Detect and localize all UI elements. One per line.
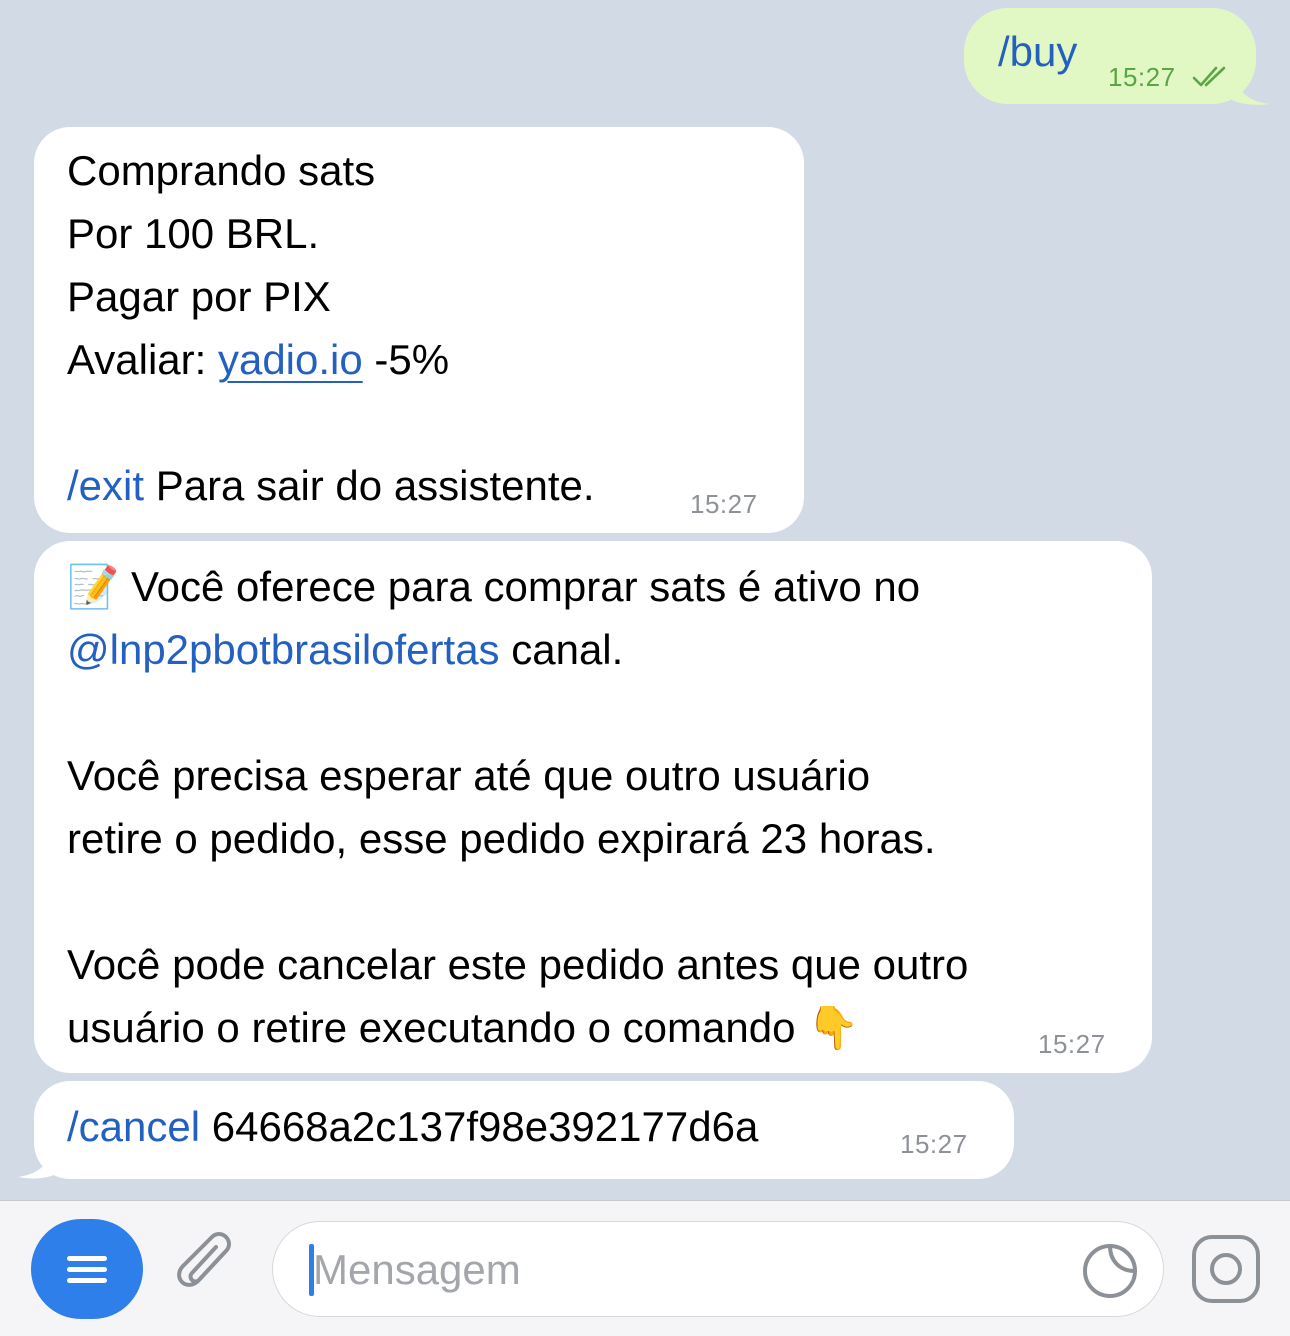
sticker-icon[interactable] [1081,1242,1139,1300]
message-input[interactable]: Mensagem [272,1221,1164,1317]
message-time: 15:27 [1038,1029,1106,1059]
channel-suffix: canal. [499,626,624,673]
double-check-icon [1192,66,1226,87]
bubble-tail-out [1232,70,1270,105]
wait-line-2: retire o pedido, esse pedido expirará 23… [67,815,936,862]
message-placeholder: Mensagem [313,1246,521,1293]
camera-icon[interactable] [1190,1233,1262,1305]
order-exit-line: /exit Para sair do assistente. [67,454,595,517]
wait-line-1: Você precisa esperar até que outro usuár… [67,752,871,799]
cancel-hint-line-2: usuário o retire executando o comando 👇 [67,996,968,1059]
offer-line-2: @lnp2pbotbrasilofertas canal. [67,618,968,681]
order-line-2: Por 100 BRL. [67,210,320,257]
exit-command[interactable]: /exit [67,462,144,509]
yadio-link[interactable]: yadio.io [218,336,363,383]
rate-label: Avaliar: [67,336,218,383]
message-input-bar: Mensagem [0,1200,1290,1336]
message-cancel[interactable]: /cancel 64668a2c137f98e392177d6a 15:27 [34,1081,1014,1179]
message-time: 15:27 [1108,62,1176,92]
cancel-hint-line-1: Você pode cancelar este pedido antes que… [67,941,969,988]
bubble-tail-in [18,1140,56,1179]
pointing-down-icon: 👇 [807,1004,860,1051]
message-time: 15:27 [900,1129,968,1159]
message-time: 15:27 [690,489,758,519]
outgoing-message-buy[interactable]: /buy 15:27 [964,8,1256,104]
buy-command[interactable]: /buy [998,20,1077,83]
order-line-3: Pagar por PIX [67,273,331,320]
cancel-hint-text: usuário o retire executando o comando [67,1004,808,1051]
offer-line-1: 📝 Você oferece para comprar sats é ativo… [67,555,968,618]
order-line-4: Avaliar: yadio.io -5% [67,328,595,391]
order-line-1: Comprando sats [67,147,376,194]
bot-menu-button[interactable] [31,1219,143,1319]
cancel-line: /cancel 64668a2c137f98e392177d6a [67,1095,758,1158]
rate-discount: -5% [362,336,450,383]
memo-icon: 📝 [67,563,120,610]
cancel-command[interactable]: /cancel [67,1103,200,1150]
channel-link[interactable]: @lnp2pbotbrasilofertas [67,626,500,673]
menu-icon [67,1256,107,1261]
paperclip-icon[interactable] [172,1231,246,1305]
exit-text: Para sair do assistente. [144,462,595,509]
offer-text: Você oferece para comprar sats é ativo n… [119,563,921,610]
order-id: 64668a2c137f98e392177d6a [200,1103,759,1150]
message-offer-active[interactable]: 📝 Você oferece para comprar sats é ativo… [34,541,1152,1073]
chat-area: /buy 15:27 Comprando sats Por 100 BRL. P… [0,0,1290,1200]
message-order-info[interactable]: Comprando sats Por 100 BRL. Pagar por PI… [34,127,804,533]
